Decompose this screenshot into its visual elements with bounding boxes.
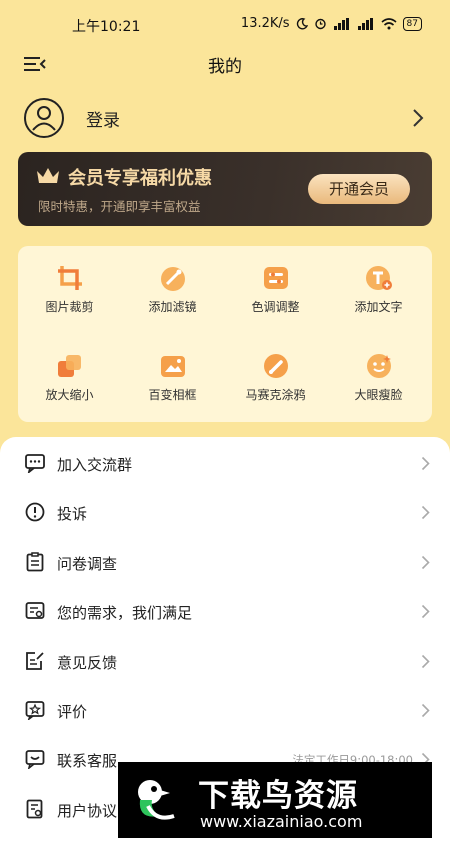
status-time: 上午10:21: [72, 19, 141, 35]
list-item-rating[interactable]: 评价: [0, 686, 450, 735]
clipboard-icon: [26, 552, 44, 572]
watermark-overlay: 下载鸟资源 www.xiazainiao.com: [118, 762, 432, 838]
list-item-survey[interactable]: 问卷调查: [0, 538, 450, 587]
alarm-icon: [314, 18, 326, 30]
tool-mosaic[interactable]: 马赛克涂鸦: [224, 352, 327, 416]
signal-icon-2: [357, 17, 373, 30]
moon-icon: [296, 17, 308, 29]
list-label: 意见反馈: [57, 654, 118, 672]
chevron-right-icon: [421, 703, 430, 718]
photo-frame-icon: [160, 356, 185, 377]
tool-label: 色调调整: [251, 300, 300, 314]
chevron-right-icon: [413, 109, 424, 127]
chat-group-icon: [25, 454, 45, 473]
list-label: 联系客服: [57, 752, 118, 770]
vip-title: 会员专享福利优惠: [68, 168, 212, 189]
list-item-complaint[interactable]: 投诉: [0, 488, 450, 537]
open-vip-button[interactable]: 开通会员: [308, 174, 410, 204]
list-label: 投诉: [57, 505, 88, 523]
login-label: 登录: [86, 110, 120, 131]
tool-label: 马赛克涂鸦: [245, 388, 306, 402]
tool-face[interactable]: 大眼瘦脸: [327, 352, 430, 416]
tool-zoom[interactable]: 放大缩小: [18, 352, 121, 416]
add-text-icon: [365, 266, 392, 290]
tool-label: 添加滤镜: [148, 300, 197, 314]
wifi-icon: [381, 17, 397, 29]
tone-adjust-icon: [263, 267, 288, 289]
status-bar: 上午10:21 13.2K/s 87: [0, 0, 450, 50]
alert-icon: [25, 502, 45, 522]
list-item-feedback[interactable]: 意见反馈: [0, 637, 450, 686]
user-avatar-icon: [24, 98, 64, 138]
list-item-request[interactable]: 您的需求，我们满足: [0, 587, 450, 636]
status-indicators: 13.2K/s 87: [241, 16, 422, 31]
chevron-right-icon: [421, 456, 430, 471]
vip-banner[interactable]: 会员专享福利优惠 限时特惠，开通即享丰富权益 开通会员: [18, 152, 432, 226]
chevron-right-icon: [421, 604, 430, 619]
battery-icon: 87: [402, 16, 422, 31]
watermark-url: www.xiazainiao.com: [200, 812, 363, 831]
customer-service-icon: [25, 750, 45, 769]
chevron-right-icon: [421, 505, 430, 520]
list-label: 用户协议: [57, 802, 118, 820]
rating-icon: [25, 701, 45, 720]
tool-label: 图片裁剪: [45, 300, 94, 314]
tool-tone[interactable]: 色调调整: [224, 264, 327, 328]
mosaic-brush-icon: [263, 354, 288, 378]
list-label: 加入交流群: [57, 456, 133, 474]
tool-label: 放大缩小: [45, 388, 94, 402]
zoom-icon: [57, 355, 81, 377]
tool-label: 添加文字: [354, 300, 403, 314]
tool-label: 大眼瘦脸: [354, 388, 403, 402]
vip-subtitle: 限时特惠，开通即享丰富权益: [38, 199, 201, 214]
tool-label: 百变相框: [148, 388, 197, 402]
crop-icon: [57, 266, 82, 290]
bird-logo-icon: [138, 780, 175, 820]
crown-icon: [37, 168, 59, 183]
tool-filter[interactable]: 添加滤镜: [121, 264, 224, 328]
watermark-title: 下载鸟资源: [198, 778, 358, 814]
chevron-right-icon: [421, 654, 430, 669]
signal-icon: [333, 17, 349, 30]
list-item-join-group[interactable]: 加入交流群: [0, 439, 450, 488]
filter-icon: [160, 267, 185, 291]
tools-card: 图片裁剪 添加滤镜 色调调整 添加文字 放大缩小 百变相框 马赛克涂鸦 大眼瘦脸: [18, 246, 432, 422]
login-row[interactable]: 登录: [24, 96, 428, 140]
request-icon: [25, 602, 45, 619]
chevron-right-icon: [421, 555, 430, 570]
tool-text[interactable]: 添加文字: [327, 264, 430, 328]
page-title: 我的: [208, 57, 242, 77]
list-label: 问卷调查: [57, 555, 118, 573]
network-speed: 13.2K/s: [240, 16, 290, 31]
list-label: 您的需求，我们满足: [57, 604, 193, 622]
list-label: 评价: [57, 703, 88, 721]
feedback-icon: [26, 652, 44, 670]
face-beauty-icon: [366, 354, 391, 378]
tool-frame[interactable]: 百变相框: [121, 352, 224, 416]
tool-crop[interactable]: 图片裁剪: [18, 264, 121, 328]
agreement-icon: [26, 799, 43, 819]
